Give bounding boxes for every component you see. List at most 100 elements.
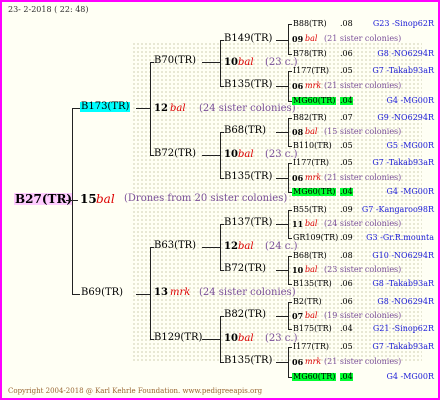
root-drone-note: (Drones from 20 sister colonies) <box>124 193 288 204</box>
queen-name-gen3[interactable]: B149(TR) <box>224 34 272 44</box>
queen-name-gen4[interactable]: B175(TR) <box>292 325 333 333</box>
queen-year-gen4: .05 <box>340 66 353 75</box>
pedigree-frame: 23- 2-2018 ( 22: 48) B27(TR) 15 bal (Drones… <box>0 0 440 400</box>
connector-line <box>276 132 288 133</box>
queen-year-gen4: .04 <box>340 96 353 105</box>
drone-count-gen3: 09 <box>292 34 304 44</box>
queen-name-gen4[interactable]: B135(TR) <box>292 280 333 288</box>
drone-tag-gen3: mrk <box>305 172 322 182</box>
drone-count-gen3: 10 <box>292 265 304 275</box>
drone-count-gen3: 07 <box>292 310 304 321</box>
queen-name-gen4[interactable]: B88(TR) <box>292 20 328 28</box>
connector-line <box>72 108 80 109</box>
queen-year-gen4: .05 <box>340 141 353 150</box>
queen-year-gen4: .06 <box>340 279 353 288</box>
root-drone-count: 15 <box>80 192 97 206</box>
queen-origin-gen4: G4 -MG00R <box>386 187 434 196</box>
drone-count-gen3: 11 <box>292 219 304 229</box>
queen-name-gen4[interactable]: I177(TR) <box>292 159 330 167</box>
connector-line <box>288 118 289 146</box>
queen-year-gen4: .08 <box>340 19 353 28</box>
queen-name-gen1[interactable]: B69(TR) <box>80 288 124 298</box>
queen-name-gen3[interactable]: B82(TR) <box>224 310 266 320</box>
connector-line <box>150 247 151 339</box>
drone-count-gen1: 13 <box>154 287 168 298</box>
queen-year-gen4: .06 <box>340 49 353 58</box>
drone-tag-gen2: bal <box>238 333 254 344</box>
queen-name-gen1[interactable]: B173(TR) <box>80 102 131 112</box>
queen-year-gen4: .04 <box>340 324 353 333</box>
queen-name-gen4[interactable]: B110(TR) <box>292 142 333 150</box>
queen-name-gen4[interactable]: B55(TR) <box>292 206 328 214</box>
drone-note-gen3: (15 sister colonies) <box>324 127 402 136</box>
queen-year-gen4: .04 <box>340 187 353 196</box>
queen-origin-gen4: G8 -NO6294R <box>377 297 434 306</box>
queen-year-gen4: .07 <box>340 113 353 122</box>
queen-name-gen4[interactable]: MG60(TR) <box>292 97 337 105</box>
queen-name-gen4[interactable]: I177(TR) <box>292 67 330 75</box>
queen-name-gen4[interactable]: MG60(TR) <box>292 373 337 381</box>
drone-tag-gen2: bal <box>238 57 254 68</box>
drone-note-gen3: (21 sister colonies) <box>324 357 402 366</box>
connector-line <box>220 224 221 270</box>
queen-name-gen4[interactable]: I177(TR) <box>292 343 330 351</box>
queen-origin-gen4: G5 -MG00R <box>386 141 434 150</box>
connector-line <box>288 302 289 329</box>
queen-origin-gen4: G7 -Takab93aR <box>372 66 434 75</box>
drone-tag-gen2: bal <box>238 241 254 252</box>
queen-name-gen2[interactable]: B129(TR) <box>154 333 202 343</box>
queen-name-gen4[interactable]: B78(TR) <box>292 50 328 58</box>
connector-line <box>288 210 289 238</box>
connector-line <box>288 256 289 284</box>
drone-count-gen1: 12 <box>154 102 168 114</box>
queen-name-gen4[interactable]: B2(TR) <box>292 298 323 306</box>
queen-name-gen4[interactable]: MG60(TR) <box>292 188 337 196</box>
connector-line <box>276 40 288 41</box>
connector-line <box>276 362 288 363</box>
queen-year-gen4: .06 <box>340 297 353 306</box>
connector-line <box>202 247 220 248</box>
drone-count-gen2: 10 <box>224 333 238 344</box>
connector-line <box>202 155 220 156</box>
drone-tag-gen3: bal <box>305 34 318 43</box>
connector-line <box>220 316 221 362</box>
connector-line <box>288 71 289 101</box>
queen-origin-gen4: G7 -Takab93aR <box>372 158 434 167</box>
queen-year-gen4: .09 <box>340 233 353 242</box>
root-queen-name[interactable]: B27(TR) <box>14 193 74 205</box>
connector-line <box>136 294 150 295</box>
queen-origin-gen4: G10 -NO6294R <box>372 251 434 260</box>
drone-tag-gen3: bal <box>305 310 318 320</box>
queen-name-gen3[interactable]: B135(TR) <box>224 80 272 90</box>
queen-name-gen3[interactable]: B68(TR) <box>224 126 266 136</box>
drone-tag-gen2: bal <box>238 149 254 160</box>
queen-year-gen4: .04 <box>340 372 353 381</box>
queen-name-gen3[interactable]: B135(TR) <box>224 172 272 182</box>
connector-line <box>150 62 151 155</box>
drone-note-gen3: (21 sister colonies) <box>324 81 402 90</box>
drone-tag-gen3: bal <box>305 265 318 274</box>
queen-name-gen3[interactable]: B135(TR) <box>224 356 272 366</box>
queen-name-gen4[interactable]: B68(TR) <box>292 252 328 260</box>
queen-name-gen3[interactable]: B137(TR) <box>224 218 272 228</box>
queen-origin-gen4: G8 -Takab93aR <box>372 279 434 288</box>
queen-name-gen4[interactable]: GR109(TR) <box>292 234 339 242</box>
queen-origin-gen4: G8 -NO6294R <box>377 49 434 58</box>
queen-name-gen2[interactable]: B70(TR) <box>154 56 196 66</box>
queen-name-gen2[interactable]: B72(TR) <box>154 149 196 159</box>
queen-name-gen4[interactable]: B82(TR) <box>292 114 328 122</box>
drone-tag-gen3: mrk <box>305 357 322 366</box>
drone-note-gen3: (23 sister colonies) <box>324 265 402 274</box>
connector-line <box>288 24 289 54</box>
drone-count-gen3: 06 <box>292 357 304 367</box>
drone-count-gen3: 06 <box>292 172 304 183</box>
drone-tag-gen1: bal <box>170 102 186 114</box>
connector-line <box>276 178 288 179</box>
queen-year-gen4: .08 <box>340 251 353 260</box>
drone-count-gen3: 08 <box>292 127 304 137</box>
drone-count-gen3: 06 <box>292 81 304 91</box>
queen-name-gen3[interactable]: B72(TR) <box>224 264 266 274</box>
connector-line <box>276 316 288 317</box>
queen-name-gen2[interactable]: B63(TR) <box>154 241 196 251</box>
connector-line <box>220 132 221 178</box>
